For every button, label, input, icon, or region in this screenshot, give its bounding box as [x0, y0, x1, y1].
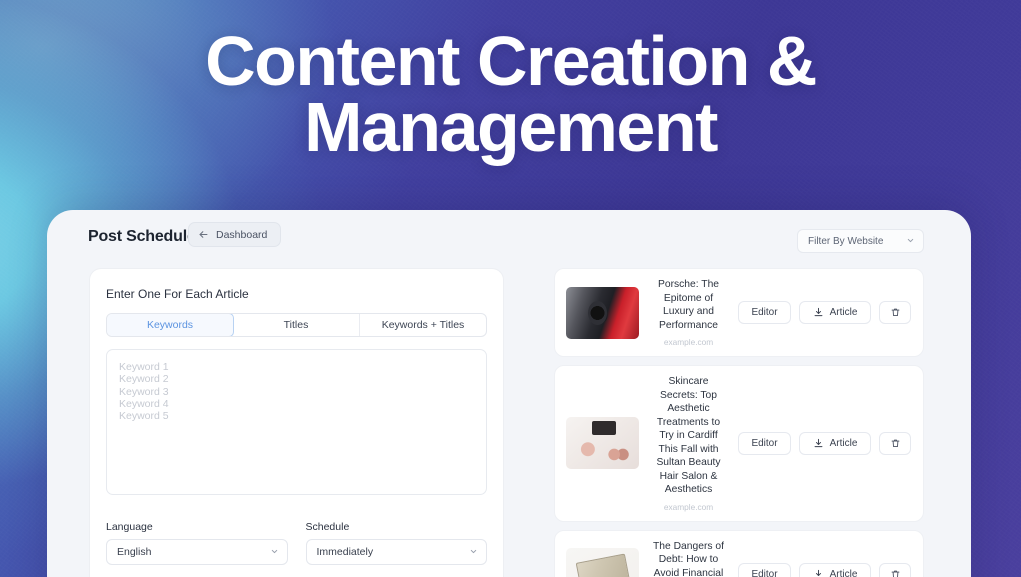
thumbnail-porsche	[566, 286, 639, 339]
filter-by-website-label: Filter By Website	[808, 235, 884, 247]
post-scheduler-form-panel: Enter One For Each Article Keywords Titl…	[89, 268, 504, 577]
download-article-label: Article	[829, 307, 858, 318]
language-field: Language English	[106, 521, 288, 565]
tab-titles-label: Titles	[283, 319, 309, 331]
app-header: Post Scheduler Dashboard Filter By Websi…	[47, 210, 971, 268]
table-row[interactable]: Skincare Secrets: Top Aesthetic Treatmen…	[554, 365, 924, 522]
trash-icon	[890, 307, 901, 318]
arrow-left-icon	[198, 229, 209, 240]
thumbnail-debt	[566, 548, 639, 577]
schedule-field: Schedule Immediately	[305, 521, 487, 565]
app-window-card: Post Scheduler Dashboard Filter By Websi…	[47, 210, 971, 577]
download-icon	[813, 438, 824, 449]
hero-title-line-2: Management	[304, 88, 718, 166]
article-info: Skincare Secrets: Top Aesthetic Treatmen…	[639, 375, 738, 512]
row-actions: Editor Article	[738, 301, 911, 324]
download-icon	[813, 569, 824, 577]
filter-by-website-select[interactable]: Filter By Website	[797, 229, 924, 253]
language-value: English	[117, 546, 152, 558]
editor-button[interactable]: Editor	[738, 562, 791, 577]
tab-keywords[interactable]: Keywords	[107, 314, 234, 336]
download-article-button[interactable]: Article	[799, 301, 871, 324]
table-row[interactable]: Porsche: The Epitome of Luxury and Perfo…	[554, 268, 924, 357]
download-icon	[813, 307, 824, 318]
delete-button[interactable]	[879, 431, 911, 455]
editor-button[interactable]: Editor	[738, 301, 791, 324]
article-site: example.com	[663, 337, 714, 347]
tab-keywords-plus-titles-label: Keywords + Titles	[381, 319, 465, 331]
download-article-label: Article	[829, 568, 858, 577]
schedule-value: Immediately	[316, 546, 374, 558]
editor-button-label: Editor	[751, 437, 778, 449]
delete-button[interactable]	[879, 301, 911, 324]
article-info: Porsche: The Epitome of Luxury and Perfo…	[639, 278, 738, 347]
settings-grid: Language English Schedule Immediately	[106, 521, 487, 577]
editor-button[interactable]: Editor	[738, 431, 791, 455]
trash-icon	[890, 438, 901, 449]
row-actions: Editor Article	[738, 562, 911, 577]
chevron-down-icon	[270, 543, 279, 561]
chevron-down-icon	[469, 543, 478, 561]
dashboard-button-label: Dashboard	[216, 228, 268, 241]
language-label: Language	[106, 521, 153, 533]
editor-button-label: Editor	[751, 568, 778, 577]
input-mode-tabs: Keywords Titles Keywords + Titles	[106, 313, 487, 337]
section-label: Enter One For Each Article	[106, 287, 249, 301]
dashboard-button[interactable]: Dashboard	[188, 222, 282, 247]
editor-button-label: Editor	[751, 307, 778, 318]
tab-keywords-label: Keywords	[146, 319, 194, 331]
delete-button[interactable]	[879, 562, 911, 577]
article-site: example.com	[663, 501, 714, 512]
article-title: The Dangers of Debt: How to Avoid Financ…	[653, 540, 724, 577]
article-title: Porsche: The Epitome of Luxury and Perfo…	[657, 279, 720, 331]
download-article-button[interactable]: Article	[799, 431, 871, 455]
table-row[interactable]: The Dangers of Debt: How to Avoid Financ…	[554, 529, 924, 577]
trash-icon	[890, 569, 901, 577]
schedule-select[interactable]: Immediately	[305, 539, 487, 565]
article-title: Skincare Secrets: Top Aesthetic Treatmen…	[656, 376, 721, 495]
keywords-input[interactable]	[106, 349, 487, 495]
download-article-button[interactable]: Article	[799, 562, 871, 577]
tab-keywords-plus-titles[interactable]: Keywords + Titles	[360, 314, 486, 336]
article-info: The Dangers of Debt: How to Avoid Financ…	[639, 540, 738, 577]
download-article-label: Article	[829, 437, 858, 449]
language-select[interactable]: English	[106, 539, 288, 565]
page-title: Post Scheduler	[88, 228, 202, 245]
thumbnail-skincare	[566, 417, 639, 470]
schedule-label: Schedule	[305, 521, 350, 533]
articles-list-panel[interactable]: Porsche: The Epitome of Luxury and Perfo…	[520, 268, 971, 577]
row-actions: Editor Article	[738, 431, 911, 455]
tab-titles[interactable]: Titles	[233, 314, 360, 336]
chevron-down-icon	[906, 232, 915, 250]
hero-title: Content Creation & Management	[0, 26, 1021, 166]
